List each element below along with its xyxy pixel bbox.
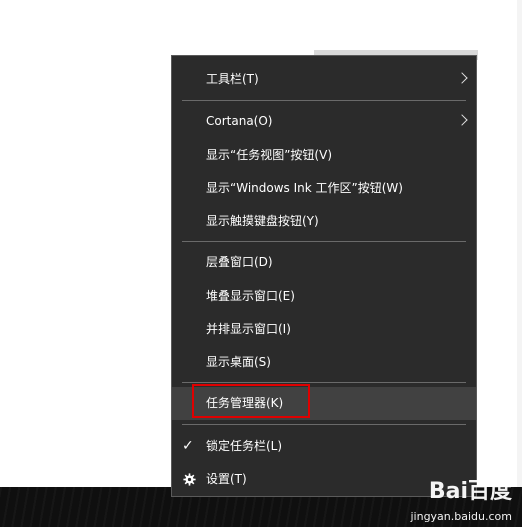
- annotation-highlight-box: [192, 384, 310, 418]
- gear-icon: [183, 473, 196, 486]
- watermark-site: jingyan.baidu.com: [410, 510, 512, 523]
- menu-item-label: 层叠窗口(D): [206, 255, 273, 269]
- menu-separator: [182, 424, 466, 425]
- menu-item-label: 显示“任务视图”按钮(V): [206, 148, 333, 162]
- menu-item-label: Cortana(O): [206, 114, 273, 128]
- menu-item-stack-windows[interactable]: 堆叠显示窗口(E): [172, 280, 476, 313]
- menu-item-label: 设置(T): [206, 472, 247, 486]
- menu-item-cascade-windows[interactable]: 层叠窗口(D): [172, 246, 476, 279]
- chevron-right-icon: [456, 114, 468, 126]
- menu-separator: [182, 241, 466, 242]
- menu-item-label: 显示触摸键盘按钮(Y): [206, 214, 319, 228]
- menu-item-show-desktop[interactable]: 显示桌面(S): [172, 346, 476, 379]
- menu-item-label: 并排显示窗口(I): [206, 322, 291, 336]
- menu-item-label: 显示“Windows Ink 工作区”按钮(W): [206, 181, 403, 195]
- menu-separator: [182, 382, 466, 383]
- baidu-watermark: Bai百度 jingyan.baidu.com: [410, 481, 512, 523]
- menu-item-label: 锁定任务栏(L): [206, 439, 283, 453]
- menu-item-label: 工具栏(T): [206, 72, 259, 86]
- menu-item-label: 显示桌面(S): [206, 355, 271, 369]
- background-right-edge: [517, 0, 522, 487]
- checkmark-icon: ✓: [182, 438, 194, 454]
- menu-item-toolbars[interactable]: 工具栏(T): [172, 63, 476, 96]
- menu-item-side-by-side-windows[interactable]: 并排显示窗口(I): [172, 313, 476, 346]
- menu-item-label: 堆叠显示窗口(E): [206, 289, 295, 303]
- menu-item-show-windows-ink[interactable]: 显示“Windows Ink 工作区”按钮(W): [172, 172, 476, 205]
- menu-item-show-task-view[interactable]: 显示“任务视图”按钮(V): [172, 139, 476, 172]
- watermark-brand: Bai百度: [428, 479, 512, 504]
- chevron-right-icon: [456, 72, 468, 84]
- taskbar-context-menu: 工具栏(T) Cortana(O) 显示“任务视图”按钮(V) 显示“Windo…: [171, 55, 477, 497]
- menu-item-show-touch-keyboard[interactable]: 显示触摸键盘按钮(Y): [172, 205, 476, 238]
- menu-item-cortana[interactable]: Cortana(O): [172, 105, 476, 138]
- menu-item-lock-taskbar[interactable]: ✓ 锁定任务栏(L): [172, 430, 476, 463]
- menu-separator: [182, 100, 466, 101]
